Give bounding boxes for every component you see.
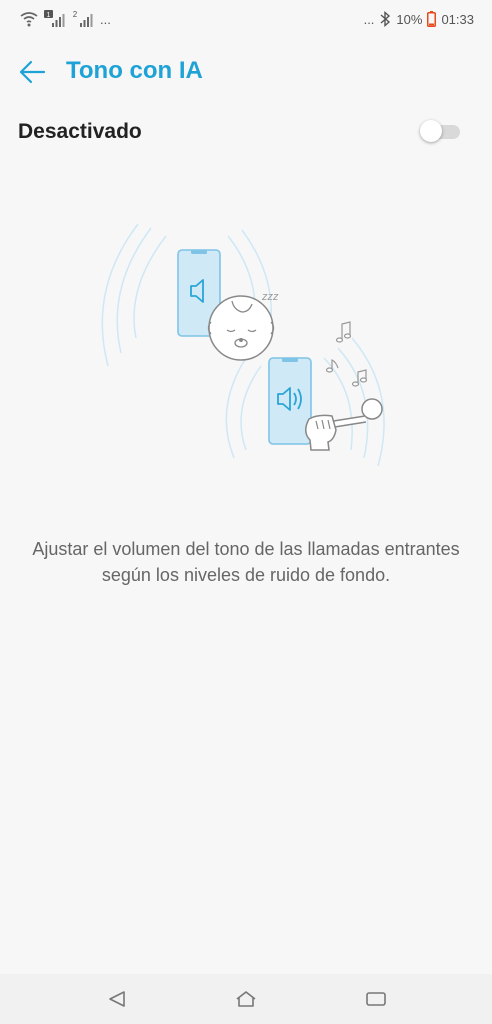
recents-icon (366, 992, 386, 1006)
microphone-icon (305, 398, 383, 451)
app-header: Tono con IA (0, 46, 492, 98)
back-button[interactable] (12, 52, 52, 92)
back-triangle-icon (109, 991, 125, 1007)
home-icon (236, 991, 256, 1007)
sim2-label: 2 (73, 10, 78, 19)
music-notes-icon (325, 321, 368, 387)
description-text: Ajustar el volumen del tono de las llama… (32, 539, 460, 585)
status-more-left: ... (100, 11, 111, 27)
page-title: Tono con IA (66, 57, 203, 84)
arrow-left-icon (19, 60, 46, 84)
illustration: zzz (96, 218, 396, 468)
battery-percent: 10% (396, 11, 423, 27)
sim1-signal-icon: 1 (44, 10, 66, 28)
clock: 01:33 (441, 11, 474, 27)
sim1-label: 1 (47, 12, 51, 19)
wifi-icon (20, 11, 38, 27)
status-more-right: ... (363, 11, 375, 27)
status-bar: 1 2 ... ... 10% 01:33 (0, 0, 492, 40)
status-right: ... 10% 01:33 (364, 8, 474, 30)
toggle-label: Desactivado (18, 120, 142, 143)
nav-home-button[interactable] (226, 982, 266, 1016)
battery-icon (427, 11, 437, 27)
ai-ringtone-toggle[interactable] (420, 120, 460, 142)
nav-recents-button[interactable] (356, 982, 396, 1016)
status-left: 1 2 ... (20, 8, 111, 30)
toggle-thumb (420, 120, 442, 142)
snore-text: zzz (261, 291, 279, 303)
navigation-bar (0, 974, 492, 1024)
nav-back-button[interactable] (97, 982, 137, 1016)
bluetooth-icon (379, 11, 391, 27)
sim2-signal-icon: 2 (72, 10, 94, 28)
toggle-row[interactable]: Desactivado (0, 106, 492, 158)
sleeping-baby-icon (207, 295, 275, 361)
